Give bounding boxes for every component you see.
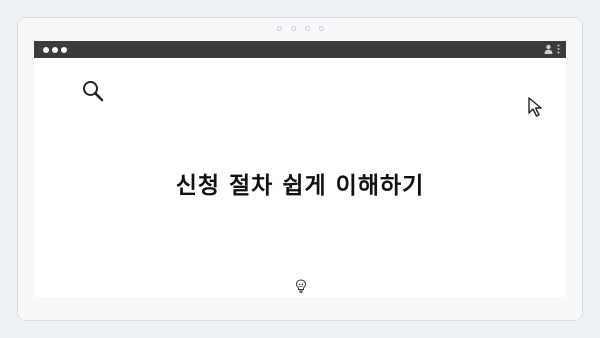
maximize-button[interactable]	[61, 46, 67, 53]
lightbulb-icon	[295, 278, 307, 297]
window-controls	[43, 46, 67, 53]
kebab-menu-icon[interactable]	[557, 44, 560, 54]
camera-dots	[18, 26, 582, 31]
browser-window: 신청 절차 쉽게 이해하기	[34, 41, 566, 297]
cursor-arrow-icon	[527, 96, 549, 122]
minimize-button[interactable]	[52, 46, 58, 53]
camera-dot	[304, 26, 310, 31]
page-headline: 신청 절차 쉽게 이해하기	[175, 173, 425, 199]
camera-dot	[290, 26, 296, 31]
search-icon[interactable]	[81, 79, 105, 107]
window-titlebar	[34, 41, 566, 58]
user-icon[interactable]	[544, 44, 553, 54]
titlebar-actions	[544, 44, 560, 54]
camera-dot	[318, 26, 324, 31]
monitor-frame: 신청 절차 쉽게 이해하기	[17, 17, 583, 321]
close-button[interactable]	[43, 46, 49, 53]
camera-dot	[276, 26, 282, 31]
